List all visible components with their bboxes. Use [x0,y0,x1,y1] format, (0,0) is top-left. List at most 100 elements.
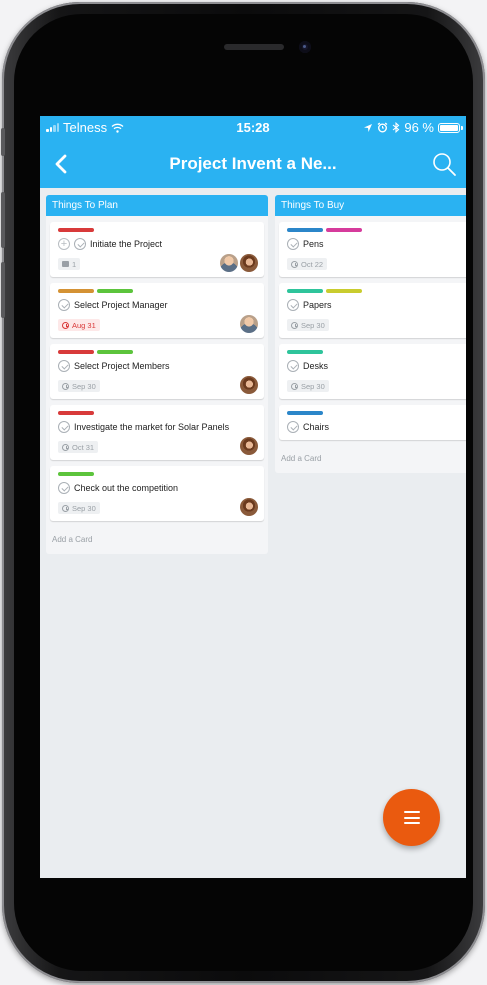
due-date-badge: Oct 22 [287,258,328,270]
avatar [240,498,258,516]
card-labels [58,411,256,415]
list-title[interactable]: Things To Buy [275,195,466,216]
volume-up-button [1,192,5,248]
clock-icon [291,382,298,390]
menu-fab-button[interactable] [383,789,440,846]
label-green [97,350,133,354]
due-date-badge: Sep 30 [287,380,329,392]
menu-icon [404,811,420,813]
alarm-icon [377,122,388,133]
card-select-project-members[interactable]: Select Project Members Sep 30 [50,344,264,399]
card-papers[interactable]: Papers Sep 30 [279,283,466,338]
card-check-out-competition[interactable]: Check out the competition Sep 30 [50,466,264,521]
add-card-button[interactable]: Add a Card [46,527,268,554]
clock-icon [62,321,69,329]
avatar [240,437,258,455]
clock-icon [62,382,69,390]
card-labels [287,289,463,293]
clock-icon [62,504,69,512]
label-teal [287,350,323,354]
avatar [220,254,238,272]
card-title: Pens [303,239,324,249]
checkmark-icon[interactable] [287,299,299,311]
checkmark-icon[interactable] [287,360,299,372]
card-title: Chairs [303,422,330,432]
phone-frame: Telness 15:28 96 % Project Invent a Ne..… [1,2,485,983]
label-green [97,289,133,293]
plus-icon[interactable]: + [58,238,70,250]
card-title: Papers [303,300,332,310]
due-date: Oct 22 [301,259,324,269]
card-chairs[interactable]: Chairs [279,405,466,440]
mute-switch [1,128,5,156]
label-red [58,411,94,415]
card-desks[interactable]: Desks Sep 30 [279,344,466,399]
menu-icon [404,822,420,824]
clock-icon [291,321,298,329]
label-blue [287,228,323,232]
due-date-badge: Sep 30 [58,380,100,392]
checkmark-icon[interactable] [58,360,70,372]
label-pink [326,228,362,232]
add-card-button[interactable]: Add a Card [275,446,466,473]
card-labels [287,228,463,232]
comment-badge: 1 [58,258,81,270]
card-investigate-market[interactable]: Investigate the market for Solar Panels … [50,405,264,460]
board-title: Project Invent a Ne... [169,154,337,173]
avatar [240,376,258,394]
app-bar: Project Invent a Ne... [40,140,466,188]
card-title: Select Project Manager [74,300,168,310]
card-initiate-the-project[interactable]: + Initiate the Project 1 [50,222,264,277]
comment-count: 1 [72,259,77,269]
screen: Telness 15:28 96 % Project Invent a Ne..… [40,116,466,878]
menu-icon [404,816,420,819]
due-date: Oct 31 [72,442,95,452]
avatar [240,254,258,272]
card-select-project-manager[interactable]: Select Project Manager Aug 31 [50,283,264,338]
due-date-badge: Sep 30 [58,502,100,514]
clock-icon [291,260,298,268]
label-teal [287,289,323,293]
checkmark-icon[interactable] [74,238,86,250]
battery-icon [438,122,463,133]
chevron-left-icon[interactable] [48,150,76,178]
card-labels [58,350,256,354]
battery-percent: 96 % [404,120,434,135]
due-date: Sep 30 [301,320,325,330]
list-title[interactable]: Things To Plan [46,195,268,216]
checkmark-icon[interactable] [58,421,70,433]
checkmark-icon[interactable] [287,421,299,433]
label-red [58,228,94,232]
label-red [58,350,94,354]
list-things-to-plan: Things To Plan + Initiate the Project 1 [46,195,268,554]
due-date: Aug 31 [72,320,96,330]
speaker [224,44,284,50]
card-labels [58,228,256,232]
label-orange [58,289,94,293]
label-green [58,472,94,476]
card-title: Investigate the market for Solar Panels [74,422,230,432]
card-pens[interactable]: Pens Oct 22 [279,222,466,277]
due-date: Sep 30 [72,381,96,391]
checkmark-icon[interactable] [287,238,299,250]
bluetooth-icon [393,122,400,133]
label-yellow [326,289,362,293]
list-things-to-buy: Things To Buy Pens Oct 22 Papers Sep 30 … [275,195,466,473]
status-bar: Telness 15:28 96 % [40,116,466,140]
card-title: Check out the competition [74,483,179,493]
checkmark-icon[interactable] [58,299,70,311]
camera [299,41,311,53]
volume-down-button [1,262,5,318]
due-date: Sep 30 [301,381,325,391]
location-icon [364,123,373,132]
due-date-badge: Oct 31 [58,441,99,453]
search-icon[interactable] [430,150,458,178]
checkmark-icon[interactable] [58,482,70,494]
clock-icon [62,443,69,451]
card-labels [58,289,256,293]
comment-icon [62,261,69,267]
card-labels [287,411,463,415]
card-title: Select Project Members [74,361,170,371]
card-title: Desks [303,361,329,371]
card-title: Initiate the Project [90,239,163,249]
